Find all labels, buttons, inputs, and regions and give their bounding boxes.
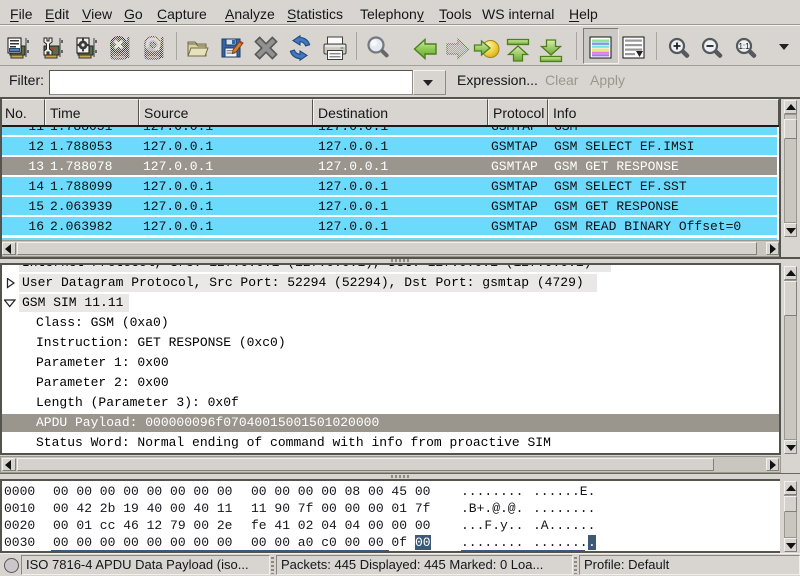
svg-text:1:1: 1:1 [738,42,750,51]
